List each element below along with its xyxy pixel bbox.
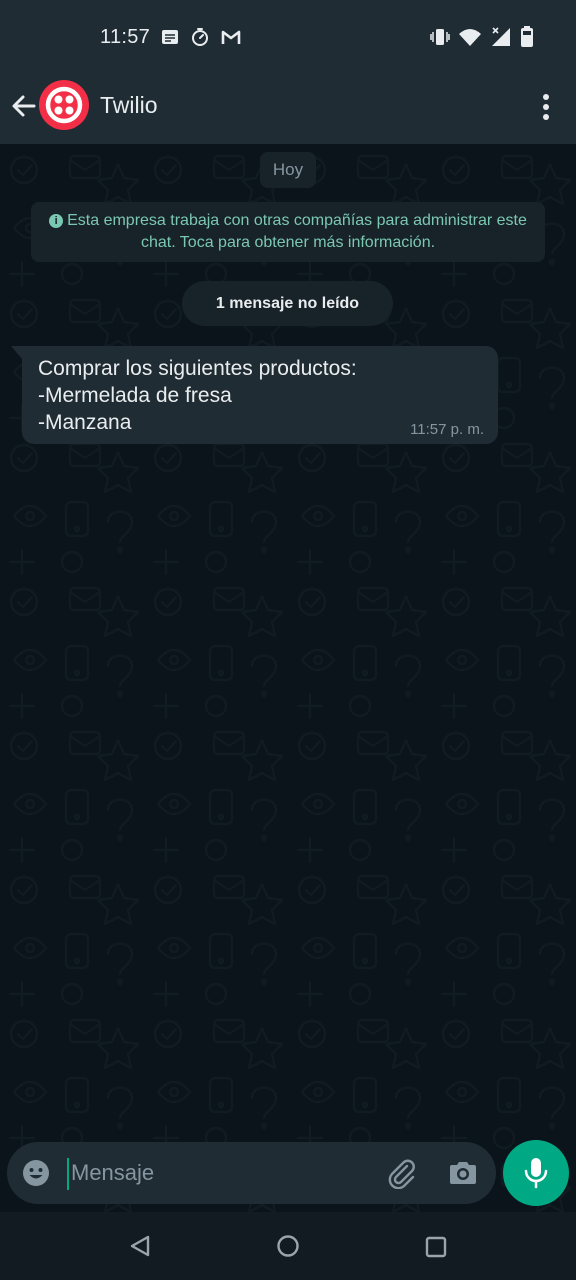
message-icon [162, 30, 178, 44]
more-options-icon[interactable] [536, 92, 556, 122]
date-divider: Hoy [260, 152, 316, 188]
system-navigation-bar [0, 1212, 576, 1280]
business-info-banner[interactable]: i Esta empresa trabaja con otras compañía… [31, 202, 545, 262]
twilio-logo-icon [45, 86, 83, 124]
incoming-message[interactable]: Comprar los siguientes productos: -Merme… [11, 346, 498, 444]
bubble-tail [11, 346, 23, 360]
camera-icon[interactable] [447, 1157, 479, 1189]
message-line: -Mermelada de fresa [38, 384, 232, 407]
info-icon: i [49, 214, 64, 228]
contact-avatar[interactable] [39, 80, 89, 130]
nav-recents-icon[interactable] [425, 1236, 447, 1258]
info-banner-text: Esta empresa trabaja con otras compañías… [67, 212, 527, 251]
chat-screen: 11:57 Twilio Hoy i Esta empresa trabaja … [0, 0, 576, 1280]
message-timestamp: 11:57 p. m. [410, 421, 484, 438]
message-line: Comprar los siguientes productos: [38, 357, 357, 380]
status-right-icons [430, 26, 534, 48]
back-arrow-icon[interactable] [8, 90, 40, 122]
message-composer [7, 1142, 496, 1204]
unread-messages-divider: 1 mensaje no leído [182, 281, 393, 326]
battery-icon [521, 26, 533, 47]
status-bar: 11:57 [0, 0, 576, 72]
chat-header: Twilio [0, 72, 576, 144]
emoji-icon[interactable] [21, 1158, 51, 1188]
nav-home-icon[interactable] [276, 1234, 300, 1258]
status-time: 11:57 [100, 26, 151, 48]
nav-back-icon[interactable] [128, 1234, 152, 1258]
message-input[interactable] [71, 1154, 371, 1192]
mic-icon [524, 1158, 548, 1189]
status-left-icons [160, 27, 242, 47]
contact-name[interactable]: Twilio [100, 92, 158, 119]
text-cursor [67, 1158, 69, 1190]
signal-icon [492, 27, 510, 46]
gmail-icon [221, 30, 241, 44]
wifi-icon [459, 29, 481, 46]
timer-icon [192, 28, 208, 46]
attach-icon[interactable] [385, 1157, 417, 1189]
vibrate-icon [430, 29, 450, 45]
voice-message-button[interactable] [503, 1140, 569, 1206]
